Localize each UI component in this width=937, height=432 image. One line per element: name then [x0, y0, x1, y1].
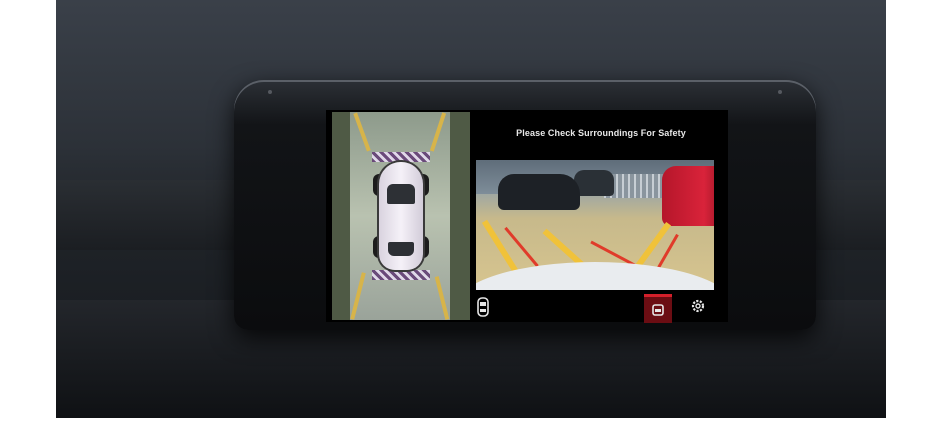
- rear-camera-view[interactable]: [476, 160, 714, 290]
- car-top-view-icon-glyph: [477, 297, 489, 317]
- infotainment-screen: Please Check Surroundings For Safety: [326, 110, 728, 323]
- rear-camera-icon-glyph: [652, 304, 664, 316]
- bezel-sensor: [778, 90, 782, 94]
- parked-car: [574, 170, 614, 196]
- safety-message: Please Check Surroundings For Safety: [516, 128, 686, 138]
- blind-zone-marker: [372, 270, 430, 280]
- parked-car: [662, 166, 714, 226]
- rear-window: [388, 242, 414, 256]
- car-dashboard-photo: Please Check Surroundings For Safety: [56, 0, 886, 418]
- gear-icon[interactable]: [688, 296, 708, 316]
- gear-icon-glyph: [691, 299, 705, 313]
- bezel-sensor: [268, 90, 272, 94]
- car-top-view-icon[interactable]: [474, 296, 492, 318]
- display-bezel: Please Check Surroundings For Safety: [234, 80, 816, 330]
- parked-car: [498, 174, 580, 210]
- blind-zone-marker: [372, 152, 430, 162]
- surround-top-view[interactable]: [332, 112, 470, 320]
- windshield: [387, 184, 415, 204]
- ground-right: [450, 112, 470, 320]
- vehicle-top-icon: [379, 162, 423, 270]
- rear-camera-icon[interactable]: [644, 294, 672, 323]
- ground-left: [332, 112, 352, 320]
